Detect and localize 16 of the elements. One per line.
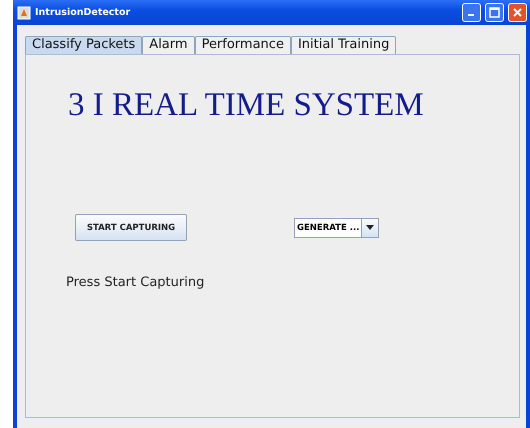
close-icon [512,7,523,18]
close-button[interactable] [508,3,527,22]
tab[interactable]: Alarm [142,36,195,54]
heading: 3 I REAL TIME SYSTEM [68,87,425,124]
tab[interactable]: Initial Training [290,36,396,54]
minimize-button[interactable] [462,3,481,22]
start-capturing-button[interactable]: START CAPTURING [75,214,187,241]
status-text: Press Start Capturing [66,275,206,290]
window-title: IntrusionDetector [35,7,132,18]
caret-icon [366,225,374,230]
maximize-button[interactable] [485,3,504,22]
generate-dropdown[interactable]: GENERATE ... [294,218,380,238]
tab[interactable]: Classify Packets [25,36,142,54]
app-icon [17,6,31,20]
maximize-icon [489,7,500,18]
tab[interactable]: Performance [194,36,291,54]
